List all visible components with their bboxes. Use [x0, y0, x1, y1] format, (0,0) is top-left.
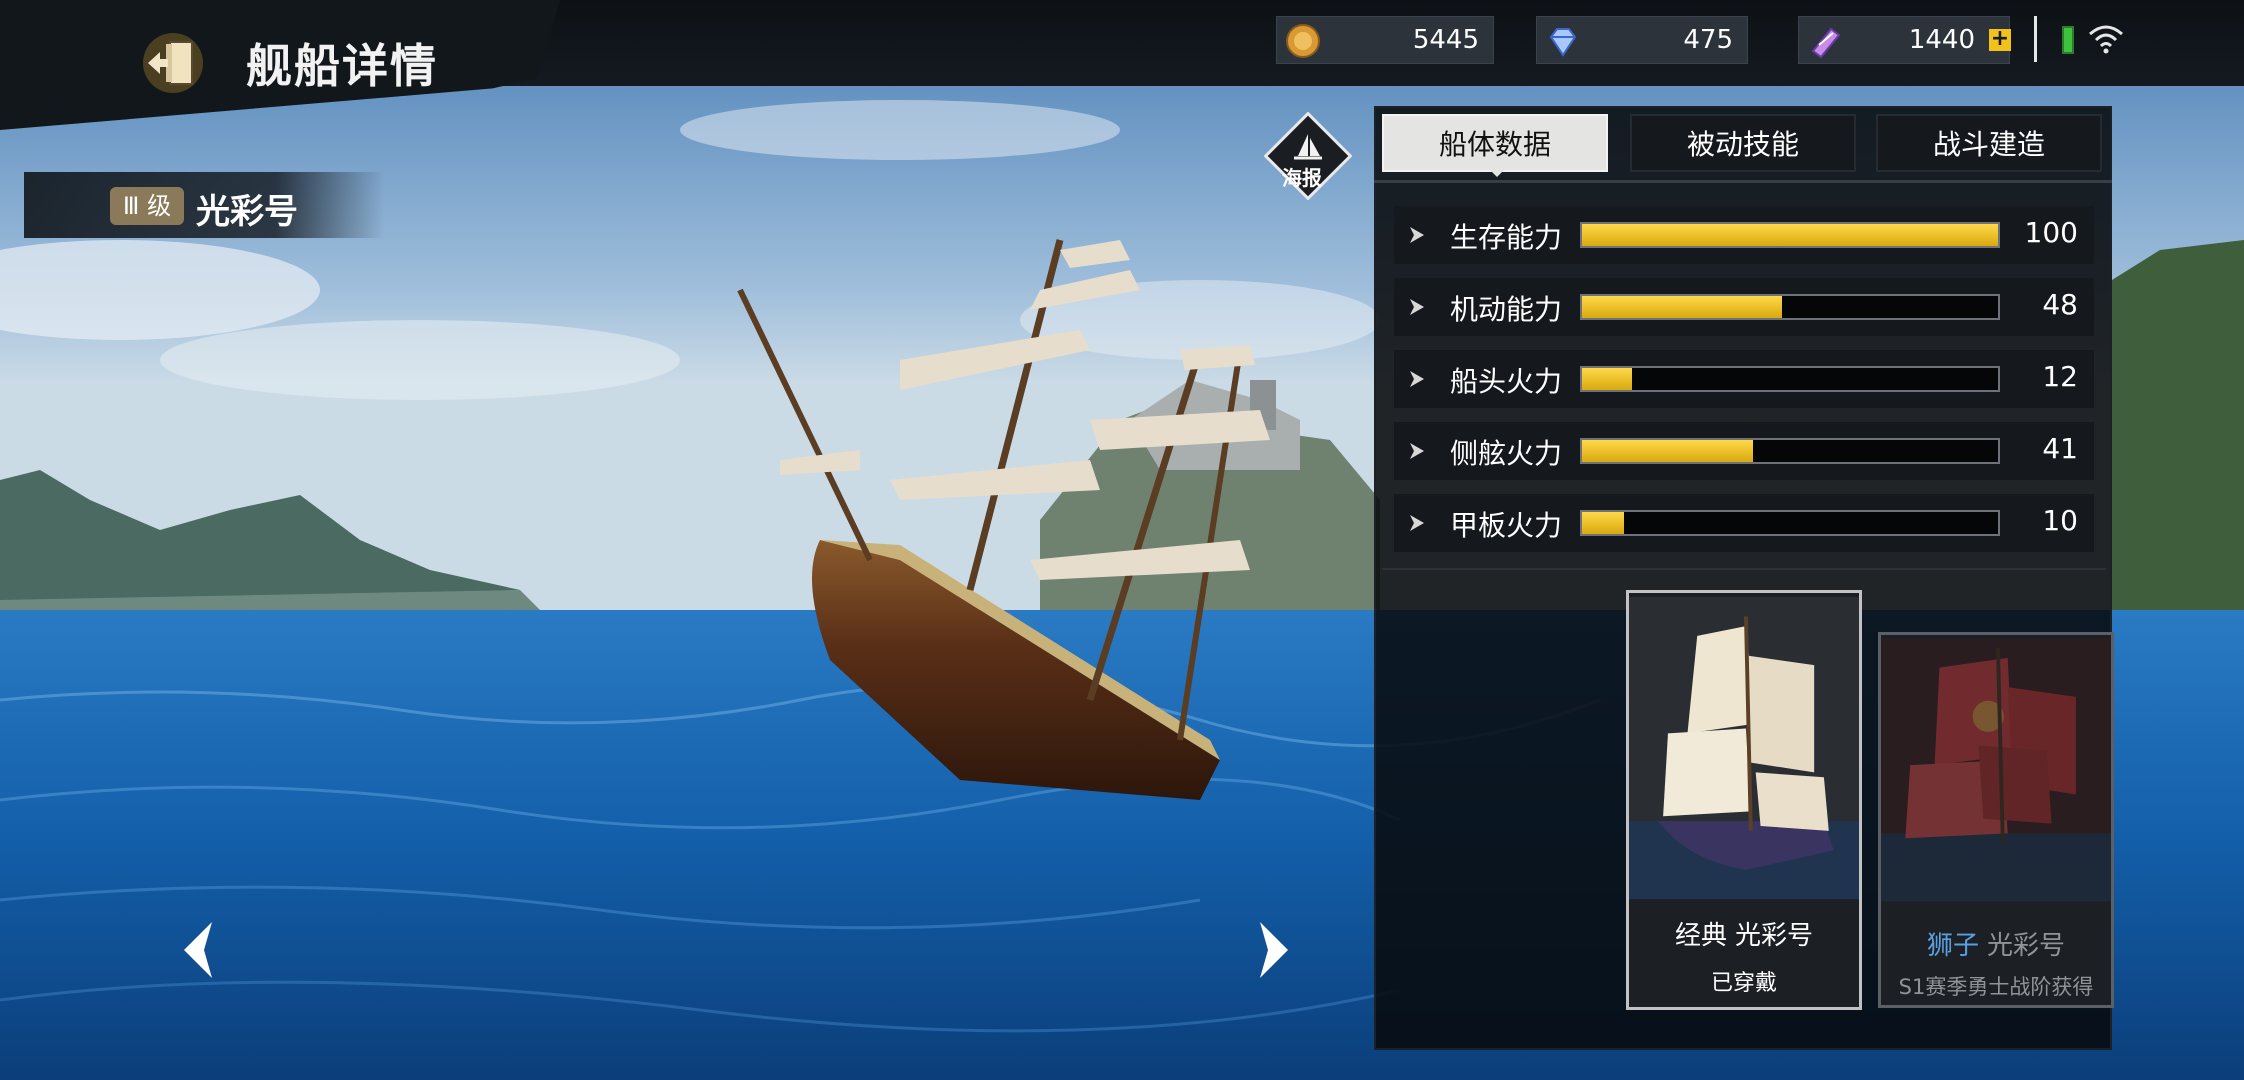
- next-ship-button[interactable]: [1254, 920, 1294, 980]
- stat-row[interactable]: 侧舷火力 41: [1394, 422, 2094, 480]
- chevron-left-icon: [184, 922, 212, 978]
- exit-door-icon: [143, 33, 203, 93]
- stat-bar-fill: [1582, 512, 1624, 534]
- battery-icon: [2062, 26, 2074, 54]
- play-arrow-icon: [1410, 227, 1424, 243]
- stat-label: 甲板火力: [1450, 509, 1563, 542]
- skin-title: 狮子 光彩号: [1881, 925, 2111, 962]
- stat-bar-fill: [1582, 440, 1753, 462]
- play-arrow-icon: [1410, 443, 1424, 459]
- ticket-icon: [1811, 27, 1841, 59]
- active-tab-indicator: [1488, 168, 1506, 177]
- stat-value: 100: [2024, 216, 2078, 249]
- stat-bar: [1580, 438, 2000, 464]
- page-title: 舰船详情: [246, 39, 438, 93]
- section-divider: [1382, 568, 2106, 570]
- add-ticket-button[interactable]: +: [1989, 28, 2011, 51]
- ticket-resource[interactable]: 1440 +: [1798, 16, 2011, 64]
- stat-value: 12: [2042, 360, 2078, 393]
- ship-detail-screen: 舰船详情 5445 475 1440 + Ⅲ 级 光彩号 海报 船体数据 被动技…: [0, 0, 2244, 1080]
- stat-bar-fill: [1582, 224, 1998, 246]
- skin-prefix: 经典: [1674, 921, 1727, 951]
- skin-ship-name: 光彩号: [1735, 921, 1814, 951]
- back-button[interactable]: [140, 30, 206, 96]
- diamond-resource[interactable]: 475: [1536, 16, 1748, 64]
- stat-label: 侧舷火力: [1450, 437, 1563, 470]
- ship-name: 光彩号: [196, 192, 298, 232]
- stat-value: 41: [2042, 432, 2078, 465]
- stat-bar: [1580, 222, 2000, 248]
- status-divider: [2034, 16, 2037, 62]
- stat-row[interactable]: 机动能力 48: [1394, 278, 2094, 336]
- stat-label: 机动能力: [1450, 293, 1563, 326]
- stat-bar: [1580, 294, 2000, 320]
- stat-row[interactable]: 生存能力 100: [1394, 206, 2094, 264]
- gold-resource[interactable]: 5445: [1276, 16, 1494, 64]
- stat-label: 生存能力: [1450, 221, 1563, 254]
- stat-bar-fill: [1582, 368, 1632, 390]
- gold-coin-icon: [1286, 24, 1320, 58]
- ship-grade-badge: Ⅲ 级: [110, 187, 184, 225]
- stat-label: 船头火力: [1450, 365, 1563, 398]
- play-arrow-icon: [1410, 371, 1424, 387]
- skin-status: 已穿戴: [1710, 971, 1777, 996]
- stat-value: 48: [2042, 288, 2078, 321]
- wifi-icon: [2089, 25, 2123, 54]
- skin-prefix: 狮子: [1926, 931, 1979, 961]
- classic-ship-skin-image: [1629, 596, 1859, 900]
- play-arrow-icon: [1410, 515, 1424, 531]
- skin-ship-name: 光彩号: [1987, 931, 2066, 961]
- skin-unlock-condition: S1赛季勇士战阶获得: [1898, 975, 2094, 999]
- skin-card-classic[interactable]: 经典 光彩号 已穿戴: [1626, 590, 1862, 1010]
- stat-bar: [1580, 366, 2000, 392]
- skin-title: 经典 光彩号: [1629, 915, 1859, 952]
- chevron-right-icon: [1260, 922, 1288, 978]
- diamond-amount: 475: [1683, 25, 1733, 55]
- tab-hull-data[interactable]: 船体数据: [1382, 114, 1608, 172]
- stat-row[interactable]: 甲板火力 10: [1394, 494, 2094, 552]
- ticket-amount: 1440: [1908, 25, 1975, 55]
- lion-ship-skin-image: [1881, 638, 2111, 902]
- play-arrow-icon: [1410, 299, 1424, 315]
- skin-card-lion[interactable]: 狮子 光彩号 S1赛季勇士战阶获得: [1878, 632, 2114, 1008]
- gold-amount: 5445: [1412, 25, 1479, 55]
- stat-bar-fill: [1582, 296, 1782, 318]
- tab-underline: [1374, 180, 2112, 183]
- stat-value: 10: [2042, 504, 2078, 537]
- tab-passive-skills[interactable]: 被动技能: [1630, 114, 1856, 172]
- diamond-icon: [1549, 28, 1577, 57]
- tab-battle-build[interactable]: 战斗建造: [1876, 114, 2102, 172]
- stat-row[interactable]: 船头火力 12: [1394, 350, 2094, 408]
- stat-bar: [1580, 510, 2000, 536]
- poster-label: 海报: [1282, 166, 1322, 190]
- prev-ship-button[interactable]: [178, 920, 218, 980]
